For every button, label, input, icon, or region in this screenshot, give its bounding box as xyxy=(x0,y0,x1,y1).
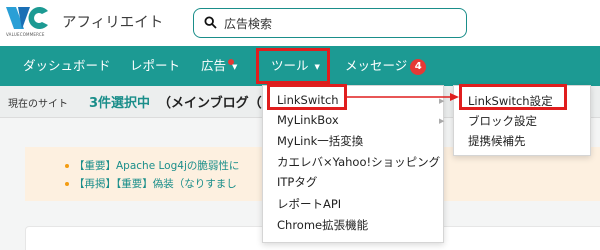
annotation-arrow-icon xyxy=(347,93,459,101)
